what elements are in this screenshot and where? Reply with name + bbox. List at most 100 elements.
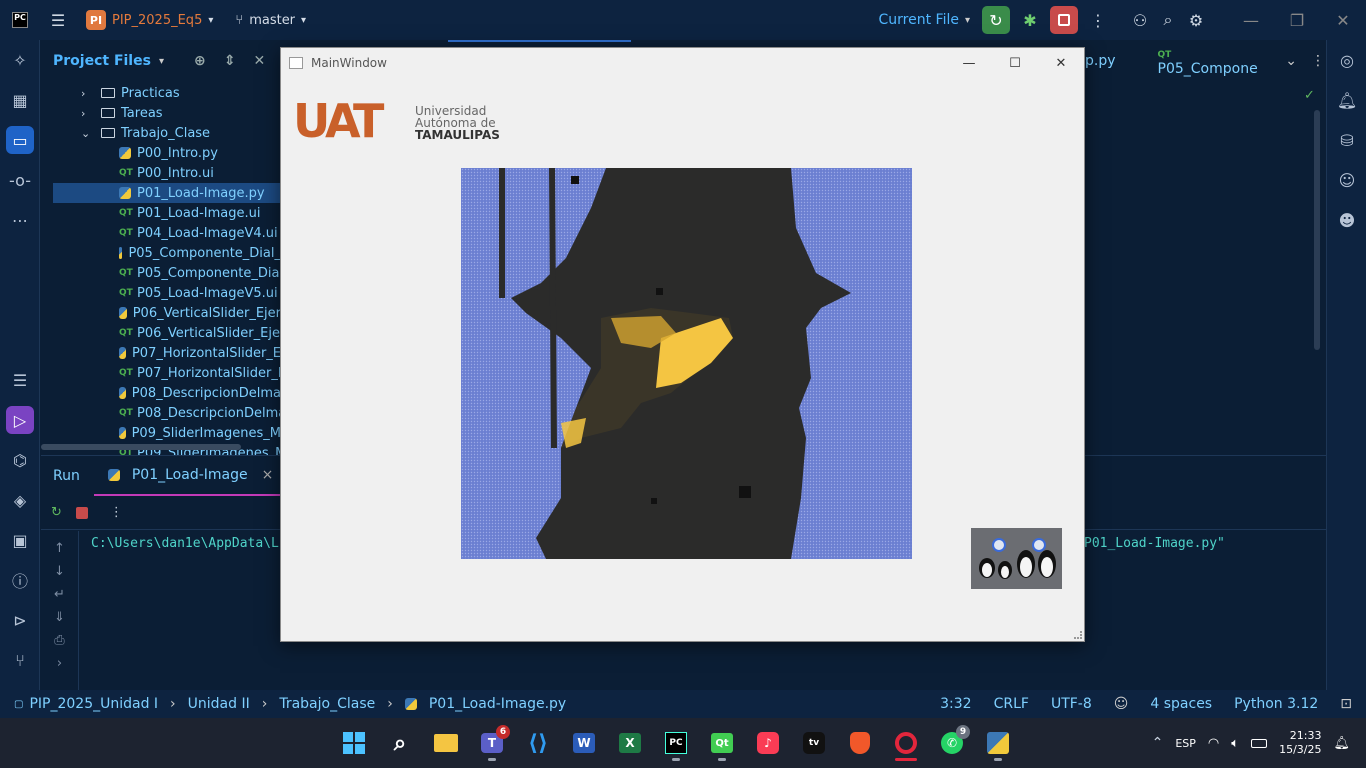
structure-icon[interactable]: ▦ [0,80,40,120]
stop-icon[interactable] [75,506,88,519]
breadcrumb-item[interactable]: Unidad II [188,696,250,712]
apple-tv-icon[interactable]: tv [794,723,834,763]
copilot-status-icon[interactable]: ☺ [1114,696,1129,712]
more-tabs-icon[interactable]: ⋮ [1311,53,1325,69]
rerun-button[interactable]: ↻ [982,6,1010,34]
main-menu-icon[interactable]: ☰ [44,6,72,34]
copilot-chat-icon[interactable]: ☻ [1327,200,1366,240]
python-console-icon[interactable]: ⌬ [0,440,40,480]
window-maximize-button[interactable]: ☐ [992,48,1038,78]
file-encoding[interactable]: UTF-8 [1051,696,1092,712]
teams-icon[interactable]: T6 [472,723,512,763]
windows-start-icon[interactable] [334,723,374,763]
database-icon[interactable]: ⛁ [1327,120,1366,160]
run-tool-icon[interactable]: ▷ [6,406,34,434]
tree-file[interactable]: P00_Intro.py [41,143,281,163]
python-app-icon[interactable] [978,723,1018,763]
tree-folder[interactable]: › Tareas [41,103,281,123]
layers-icon[interactable]: ◈ [0,480,40,520]
tree-file[interactable]: P06_VerticalSlider_Ejer [41,303,281,323]
vscode-icon[interactable]: ⟨⟩ [518,723,558,763]
window-close-button[interactable]: ✕ [1038,48,1084,78]
tree-file[interactable]: QT P01_Load-Image.ui [41,203,281,223]
soft-wrap-icon[interactable]: ↵ [54,587,65,602]
ai-spiral-icon[interactable]: ◎ [1327,40,1366,80]
qt-designer-icon[interactable]: Qt [702,723,742,763]
print-icon[interactable]: ⎙ [54,633,64,648]
breadcrumb-item[interactable]: P01_Load-Image.py [429,696,566,712]
tree-file[interactable]: QT P00_Intro.ui [41,163,281,183]
indent-setting[interactable]: 4 spaces [1150,696,1212,712]
apple-music-icon[interactable]: ♪ [748,723,788,763]
resize-grip-icon[interactable] [1074,631,1082,639]
project-panel-header[interactable]: Project Files ▾ ⊕ ⇕ ✕ [41,40,281,82]
chevron-down-icon[interactable]: ⌄ [81,127,93,140]
brave-icon[interactable] [840,723,880,763]
opera-icon[interactable] [886,723,926,763]
volume-icon[interactable]: 🔈︎ [1231,736,1239,751]
rerun-icon[interactable]: ↻ [51,505,62,520]
collapse-all-icon[interactable]: ✕ [253,53,265,69]
more-tools-icon[interactable]: ⋯ [0,200,40,240]
whatsapp-icon[interactable]: ✆ 9 [932,723,972,763]
close-button[interactable]: ✕ [1320,6,1366,34]
tree-folder[interactable]: › Practicas [41,83,281,103]
chevron-right-icon[interactable]: › [81,87,93,100]
copilot-icon[interactable]: ☺ [1327,160,1366,200]
run-config-selector[interactable]: Current File ▾ [879,12,971,28]
stop-button[interactable] [1050,6,1078,34]
horizontal-scrollbar[interactable] [41,444,241,450]
branch-selector[interactable]: ⑂ master ▾ [235,13,306,28]
services-icon[interactable]: ⊳ [0,600,40,640]
run-panel-label[interactable]: Run [53,468,80,484]
expand-all-icon[interactable]: ⇕ [224,53,236,69]
debug-button[interactable]: ✱ [1016,6,1044,34]
chevron-right-icon[interactable]: › [57,656,62,671]
tree-file[interactable]: P05_Componente_Dial_ [41,243,281,263]
locate-icon[interactable]: ⊕ [194,53,206,69]
line-separator[interactable]: CRLF [994,696,1029,712]
notification-bell-icon[interactable]: 🔔︎ [1333,736,1350,751]
chevron-right-icon[interactable]: › [81,107,93,120]
chevron-up-icon[interactable]: ⌃ [1152,735,1164,751]
tree-file[interactable]: QT P07_HorizontalSlider_E [41,363,281,383]
close-icon[interactable]: × [262,467,274,483]
scrollbar[interactable] [1314,110,1320,350]
excel-icon[interactable]: X [610,723,650,763]
project-folder-icon[interactable]: ▭ [6,126,34,154]
add-user-icon[interactable]: ⚇ [1126,6,1154,34]
tree-file[interactable]: QT P06_VerticalSlider_Ejer [41,323,281,343]
wifi-icon[interactable]: ◠ [1208,736,1219,751]
chevron-down-icon[interactable]: ⌄ [1285,53,1297,69]
search-icon[interactable]: ⌕ [1154,6,1182,34]
file-explorer-icon[interactable] [426,723,466,763]
scroll-to-end-icon[interactable]: ⇓ [54,610,65,625]
editor-tab-partial[interactable]: p.py [1085,53,1116,69]
arrow-up-icon[interactable]: ↑ [54,541,65,556]
breadcrumb-item[interactable]: Trabajo_Clase [279,696,375,712]
lock-icon[interactable]: ⊡ [1340,696,1352,712]
tree-file[interactable]: P09_SliderImagenes_M [41,423,281,443]
notifications-icon[interactable]: 🔔︎ [1327,80,1366,120]
ai-assistant-icon[interactable]: ✧ [0,40,40,80]
todo-list-icon[interactable]: ☰ [0,360,40,400]
git-icon[interactable]: ⑂ [0,640,40,680]
more-actions-icon[interactable]: ⋮ [110,505,123,520]
caret-position[interactable]: 3:32 [940,696,971,712]
clock[interactable]: 21:33 15/3/25 [1279,729,1321,757]
run-config-tab[interactable]: P01_Load-Image × [93,456,288,496]
breadcrumb-item[interactable]: PIP_2025_Unidad I [29,696,158,712]
project-selector[interactable]: PI PIP_2025_Eq5 ▾ [86,10,213,30]
tree-file[interactable]: QT P05_Componente_Dial_ [41,263,281,283]
commit-icon[interactable]: -o- [0,160,40,200]
tree-file[interactable]: QT P04_Load-ImageV4.ui [41,223,281,243]
editor-tab[interactable]: QTP05_Compone [1158,45,1272,77]
arrow-down-icon[interactable]: ↓ [54,564,65,579]
search-icon[interactable]: ⌕ [380,723,420,763]
maximize-button[interactable]: ❐ [1274,6,1320,34]
problems-icon[interactable]: ⓘ [0,560,40,600]
gear-icon[interactable]: ⚙ [1182,6,1210,34]
tree-file[interactable]: P08_DescripcionDelma [41,383,281,403]
word-icon[interactable]: W [564,723,604,763]
tree-file[interactable]: P07_HorizontalSlider_E [41,343,281,363]
